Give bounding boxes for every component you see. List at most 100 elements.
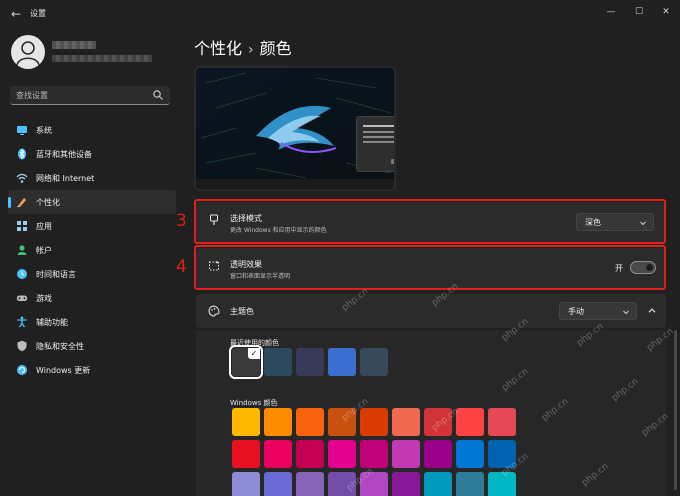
recent-color-swatch[interactable] (360, 348, 388, 376)
user-name-blurred (52, 41, 96, 49)
windows-color-swatch[interactable] (264, 408, 292, 436)
windows-color-swatch[interactable] (456, 408, 484, 436)
accent-mode-value: 手动 (568, 307, 584, 316)
windows-color-swatch[interactable] (424, 408, 452, 436)
windows-color-swatch[interactable] (296, 440, 324, 468)
sidebar-item-label: 蓝牙和其他设备 (36, 150, 92, 159)
search-icon[interactable] (152, 89, 164, 101)
sidebar-item-gaming[interactable]: 游戏 (8, 286, 176, 310)
sidebar-item-label: 游戏 (36, 294, 52, 303)
accounts-icon (17, 245, 27, 255)
time-language-icon (17, 269, 27, 279)
windows-color-swatch[interactable] (392, 440, 420, 468)
breadcrumb-separator: › (248, 42, 254, 58)
windows-color-swatch[interactable] (392, 472, 420, 496)
sidebar-item-bluetooth[interactable]: 蓝牙和其他设备 (8, 142, 176, 166)
windows-color-swatch[interactable] (360, 440, 388, 468)
windows-color-swatch[interactable] (296, 472, 324, 496)
sidebar-item-accessibility[interactable]: 辅助功能 (8, 310, 176, 334)
sidebar-item-label: 网络和 Internet (36, 174, 95, 183)
sidebar-item-label: 帐户 (36, 246, 52, 255)
windows-color-swatch[interactable] (232, 440, 260, 468)
sidebar-item-accounts[interactable]: 帐户 (8, 238, 176, 262)
accessibility-icon (17, 316, 27, 328)
highlight-box (194, 245, 666, 290)
maximize-button[interactable]: ☐ (625, 4, 653, 20)
sidebar-item-label: 隐私和安全性 (36, 342, 84, 351)
sidebar-item-apps[interactable]: 应用 (8, 214, 176, 238)
windows-color-swatch[interactable] (424, 440, 452, 468)
sidebar-item-time-language[interactable]: 时间和语言 (8, 262, 176, 286)
windows-color-swatch[interactable] (232, 408, 260, 436)
sidebar-item-label: 应用 (36, 222, 52, 231)
gaming-icon (16, 295, 28, 301)
preview-taskbar (196, 179, 394, 189)
windows-color-swatch[interactable] (488, 472, 516, 496)
network-icon (16, 173, 28, 183)
page-title: 个性化 › 颜色 (194, 35, 292, 59)
user-email-blurred (52, 55, 152, 62)
windows-color-swatch[interactable] (264, 472, 292, 496)
avatar[interactable] (11, 35, 45, 69)
windows-update-icon (17, 365, 27, 375)
windows-color-swatch[interactable] (424, 472, 452, 496)
sidebar-item-label: 时间和语言 (36, 270, 76, 279)
chevron-up-icon[interactable] (647, 306, 657, 316)
sidebar-item-system[interactable]: 系统 (8, 118, 176, 142)
annotation-number: 3 (176, 211, 187, 231)
recent-color-swatch[interactable] (296, 348, 324, 376)
sidebar-item-windows-update[interactable]: Windows 更新 (8, 358, 176, 382)
checkmark-icon: ✓ (248, 348, 260, 359)
scrollbar[interactable] (674, 330, 677, 490)
windows-color-swatch[interactable] (232, 472, 260, 496)
windows-color-swatch[interactable] (488, 408, 516, 436)
annotation-number: 4 (176, 257, 187, 277)
bluetooth-icon (18, 148, 26, 160)
highlight-box (194, 199, 666, 244)
apps-icon (17, 221, 27, 231)
palette-icon (208, 305, 220, 317)
windows-color-swatch[interactable] (360, 472, 388, 496)
windows-color-swatch[interactable] (264, 440, 292, 468)
search-input[interactable] (16, 89, 146, 102)
sidebar-item-label: 个性化 (36, 198, 60, 207)
sidebar-item-network[interactable]: 网络和 Internet (8, 166, 176, 190)
minimize-button[interactable]: — (597, 4, 625, 20)
windows-color-swatch[interactable] (456, 440, 484, 468)
accent-title: 主题色 (230, 307, 254, 316)
breadcrumb-parent[interactable]: 个性化 (194, 39, 242, 58)
windows-color-swatch[interactable] (456, 472, 484, 496)
search-box[interactable] (10, 86, 170, 105)
preview-dialog-window (356, 116, 394, 172)
sidebar-nav: 系统 蓝牙和其他设备 网络和 Internet 个性化 应用 帐户 时间和语言 … (8, 118, 178, 382)
sidebar-item-privacy[interactable]: 隐私和安全性 (8, 334, 176, 358)
windows-color-swatch[interactable] (488, 440, 516, 468)
accent-color-card[interactable]: 主题色 手动 (196, 294, 666, 328)
recent-color-swatch[interactable] (328, 348, 356, 376)
recent-colors-label: 最近使用的颜色 (230, 339, 279, 347)
sidebar-item-label: Windows 更新 (36, 366, 91, 375)
windows-color-swatch[interactable] (328, 440, 356, 468)
windows-color-swatch[interactable] (360, 408, 388, 436)
system-icon (17, 126, 27, 135)
accent-color-panel: 最近使用的颜色 ✓ Windows 颜色 (196, 330, 666, 496)
recent-color-swatch[interactable]: ✓ (229, 345, 263, 379)
recent-color-swatch[interactable] (264, 348, 292, 376)
windows-color-swatch[interactable] (296, 408, 324, 436)
user-avatar-icon (16, 41, 40, 66)
windows-color-swatch[interactable] (328, 408, 356, 436)
theme-preview (194, 66, 396, 191)
privacy-shield-icon (17, 340, 27, 352)
windows-colors-label: Windows 颜色 (230, 399, 278, 407)
sidebar-item-label: 辅助功能 (36, 318, 68, 327)
sidebar-item-personalization[interactable]: 个性化 (8, 190, 176, 214)
windows-color-swatch[interactable] (392, 408, 420, 436)
app-title: 设置 (30, 9, 46, 18)
chevron-down-icon (623, 310, 629, 315)
breadcrumb-current: 颜色 (259, 39, 292, 58)
accent-mode-dropdown[interactable]: 手动 (559, 302, 637, 320)
windows-color-swatch[interactable] (328, 472, 356, 496)
back-arrow-icon[interactable]: ← (8, 6, 24, 22)
close-button[interactable]: ✕ (652, 4, 680, 20)
title-bar: ← 设置 — ☐ ✕ (0, 0, 680, 28)
